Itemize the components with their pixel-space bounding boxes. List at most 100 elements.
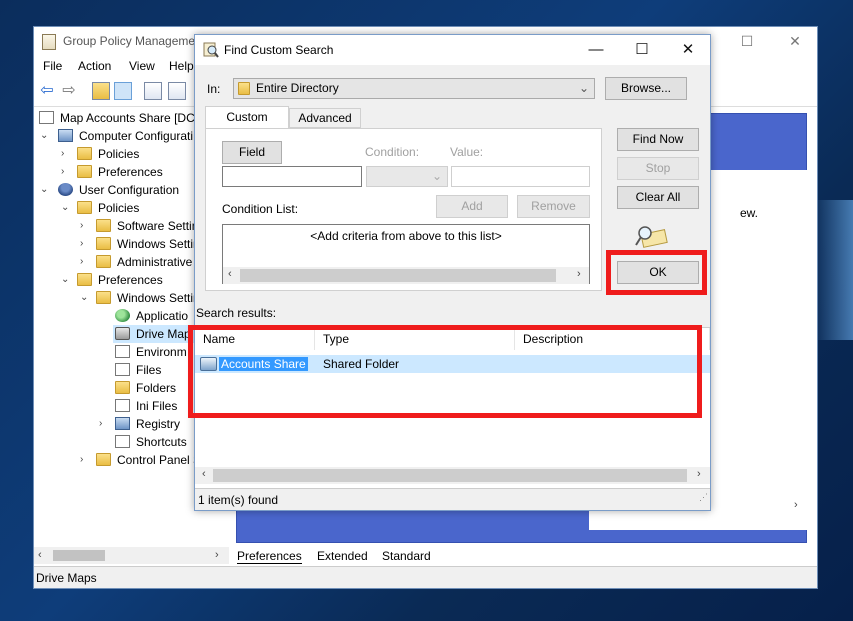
show-tree-icon[interactable]	[114, 82, 132, 100]
collapse-icon[interactable]: ⌄	[40, 181, 50, 199]
tree-label: Applicatio	[136, 309, 189, 323]
shortcut-icon	[115, 435, 130, 448]
tree-label: Folders	[136, 381, 177, 395]
expand-icon[interactable]: ›	[61, 163, 71, 181]
condition-dropdown[interactable]: ⌄	[366, 166, 448, 187]
scroll-thumb[interactable]	[213, 469, 687, 482]
maximize-icon[interactable]: ☐	[724, 27, 770, 57]
scroll-thumb[interactable]	[53, 550, 105, 561]
status-bar: Drive Maps	[34, 566, 817, 588]
collapse-icon[interactable]: ⌄	[40, 127, 50, 145]
up-folder-icon[interactable]	[92, 82, 110, 100]
minimize-icon[interactable]: —	[573, 35, 619, 65]
folder-icon	[77, 201, 92, 214]
search-results-label: Search results:	[196, 306, 277, 320]
scroll-right-icon[interactable]: ›	[794, 499, 798, 511]
tree-label: Preferences	[98, 273, 163, 287]
resize-grip-icon[interactable]: ⋰	[699, 486, 708, 508]
results-scrollbar[interactable]: ‹ ›	[195, 467, 710, 484]
field-input[interactable]	[222, 166, 362, 187]
maximize-icon[interactable]: ☐	[619, 35, 665, 65]
copy-icon[interactable]	[144, 82, 162, 100]
scroll-left-icon[interactable]: ‹	[202, 468, 206, 480]
remove-button[interactable]: Remove	[517, 195, 590, 218]
tree-label: Preferences	[98, 165, 163, 179]
folder-icon	[115, 381, 130, 394]
scroll-left-icon[interactable]: ‹	[228, 268, 232, 280]
menu-help[interactable]: Help	[169, 59, 194, 73]
dialog-status-bar: 1 item(s) found ⋰	[195, 488, 710, 510]
expand-icon[interactable]: ›	[80, 451, 90, 469]
value-label: Value:	[450, 145, 484, 159]
collapse-icon[interactable]: ⌄	[80, 289, 90, 307]
chevron-down-icon: ⌄	[578, 81, 589, 95]
gpme-title: Group Policy Manageme	[63, 34, 196, 48]
scope-value: Entire Directory	[256, 81, 339, 95]
add-button[interactable]: Add	[436, 195, 508, 218]
close-icon[interactable]: ✕	[772, 27, 818, 57]
scroll-thumb[interactable]	[240, 269, 556, 282]
tab-advanced[interactable]: Advanced	[289, 108, 361, 128]
user-icon	[58, 183, 73, 196]
tree-label: Windows Settin	[117, 237, 200, 251]
ini-file-icon	[115, 399, 130, 412]
expand-icon[interactable]: ›	[99, 415, 109, 433]
tree-label: Shortcuts	[136, 435, 187, 449]
expand-icon[interactable]: ›	[80, 253, 90, 271]
tree-root-label: Map Accounts Share [DCS	[60, 111, 203, 125]
expand-icon[interactable]: ›	[80, 217, 90, 235]
bottom-tabs: Preferences Extended Standard	[229, 547, 817, 565]
condition-list-hint: <Add criteria from above to this list>	[310, 229, 502, 243]
dialog-title: Find Custom Search	[224, 43, 334, 57]
forward-arrow-icon[interactable]: ⇨	[60, 82, 78, 100]
condition-list[interactable]: <Add criteria from above to this list> ‹…	[222, 224, 590, 284]
environment-icon	[115, 345, 130, 358]
tab-preferences[interactable]: Preferences	[237, 548, 302, 564]
scroll-left-icon[interactable]: ‹	[38, 549, 42, 561]
collapse-icon[interactable]: ⌄	[61, 199, 71, 217]
menu-action[interactable]: Action	[78, 59, 111, 73]
tree-horizontal-scrollbar[interactable]: ‹ ›	[34, 547, 229, 564]
expand-icon[interactable]: ›	[80, 235, 90, 253]
menu-file[interactable]: File	[43, 59, 62, 73]
collapse-icon[interactable]: ⌄	[61, 271, 71, 289]
scope-dropdown[interactable]: Entire Directory ⌄	[233, 78, 595, 99]
tab-standard[interactable]: Standard	[382, 548, 431, 564]
folder-icon	[96, 237, 111, 250]
tree-label: Drive Map	[136, 327, 191, 341]
stop-button[interactable]: Stop	[617, 157, 699, 180]
gpo-icon	[39, 111, 54, 124]
tab-custom-search[interactable]: Custom Search	[205, 106, 289, 144]
registry-icon	[115, 417, 130, 430]
clear-all-button[interactable]: Clear All	[617, 186, 699, 209]
dialog-titlebar: Find Custom Search — ☐ ✕	[195, 35, 710, 65]
browse-button[interactable]: Browse...	[605, 77, 687, 100]
condition-list-scrollbar[interactable]: ‹ ›	[223, 267, 589, 284]
folder-icon	[96, 219, 111, 232]
scroll-right-icon[interactable]: ›	[697, 468, 701, 480]
tree-label: Control Panel S	[117, 453, 202, 467]
drive-icon	[115, 327, 130, 340]
value-input[interactable]	[451, 166, 590, 187]
paste-icon[interactable]	[168, 82, 186, 100]
scroll-right-icon[interactable]: ›	[215, 549, 219, 561]
scroll-right-icon[interactable]: ›	[577, 268, 581, 280]
menu-view[interactable]: View	[129, 59, 155, 73]
tab-extended[interactable]: Extended	[317, 548, 368, 564]
field-button[interactable]: Field	[222, 141, 282, 164]
tree-label: Environm	[136, 345, 187, 359]
find-now-button[interactable]: Find Now	[617, 128, 699, 151]
close-icon[interactable]: ✕	[665, 35, 711, 65]
tree-label: Policies	[98, 201, 140, 215]
result-highlight-box	[188, 325, 702, 418]
back-arrow-icon[interactable]: ⇦	[38, 82, 56, 100]
expand-icon[interactable]: ›	[61, 145, 71, 163]
tree-label: Windows Settin	[117, 291, 200, 305]
folder-icon	[96, 453, 111, 466]
folder-icon	[77, 165, 92, 178]
tree-label: Registry	[136, 417, 181, 431]
in-label: In:	[207, 82, 221, 96]
tree-label: Files	[136, 363, 162, 377]
globe-icon	[115, 309, 130, 322]
tree-label: Computer Configurati	[79, 129, 194, 143]
